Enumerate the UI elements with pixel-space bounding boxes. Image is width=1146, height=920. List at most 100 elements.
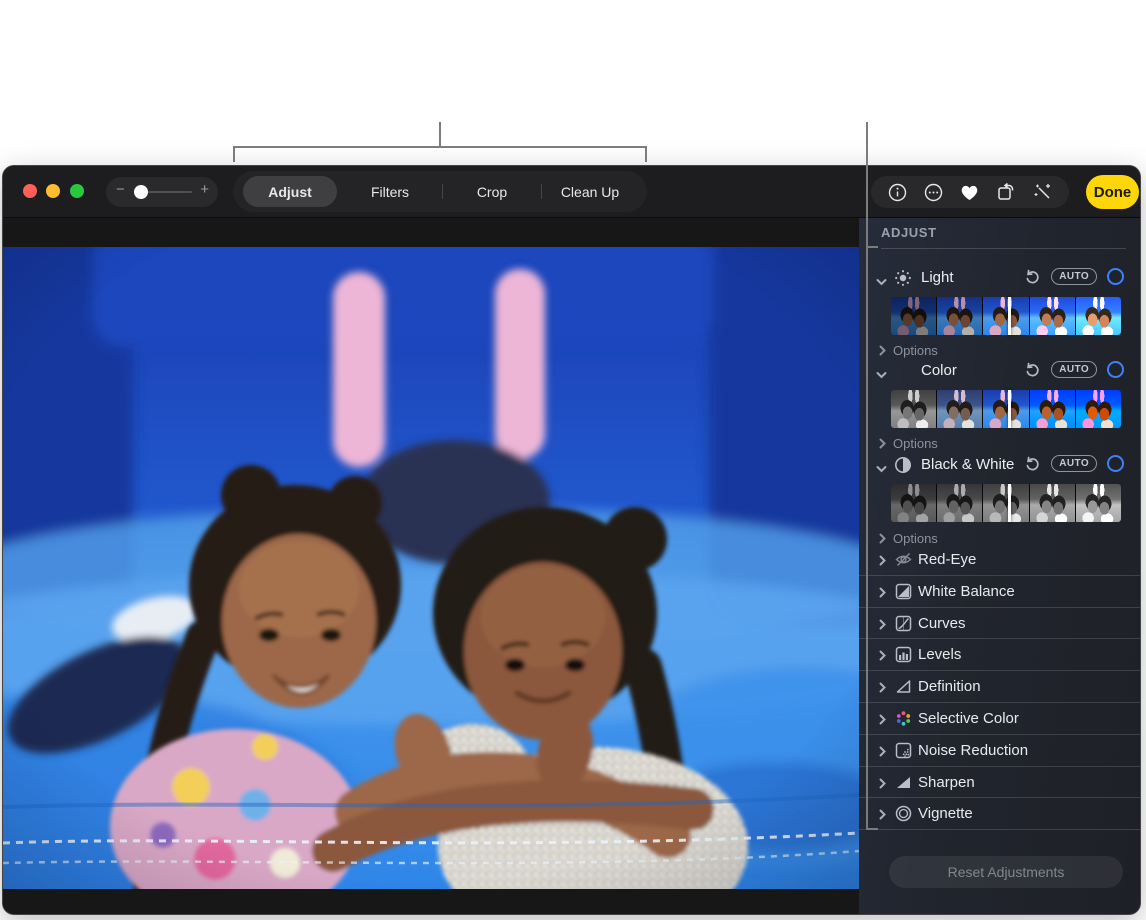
light-thumb[interactable]	[937, 297, 982, 335]
chevron-right-icon[interactable]	[879, 680, 886, 698]
close-window-button[interactable]	[23, 184, 37, 198]
sharpen-icon	[895, 774, 912, 791]
bw-thumb[interactable]	[891, 484, 936, 522]
tab-adjust[interactable]: Adjust	[243, 176, 337, 207]
row-noise-reduction[interactable]: Noise Reduction	[859, 735, 1141, 767]
zoom-slider[interactable]: − +	[106, 177, 218, 207]
definition-icon	[895, 678, 912, 695]
light-thumb[interactable]	[1076, 297, 1121, 335]
section-label: Black & White	[921, 456, 1014, 473]
bw-thumb[interactable]	[983, 484, 1028, 522]
reset-adjustments-button[interactable]: Reset Adjustments	[889, 856, 1123, 888]
chevron-down-icon[interactable]	[876, 366, 887, 384]
chevron-right-icon	[879, 345, 886, 356]
section-row-black-white[interactable]: Black & White AUTO	[859, 449, 1141, 483]
callout-panel-top-tick	[866, 246, 878, 248]
done-button[interactable]: Done	[1086, 175, 1139, 209]
selective-color-icon	[895, 710, 912, 727]
color-thumb[interactable]	[937, 390, 982, 428]
callout-bracket-tabs-right-tick	[645, 146, 647, 162]
row-curves[interactable]: Curves	[859, 608, 1141, 640]
photo-editing-canvas	[3, 218, 859, 915]
zoom-out-icon[interactable]: −	[116, 181, 125, 198]
photos-app-window: − + Adjust Filters Crop Clean Up	[2, 165, 1141, 915]
chevron-down-icon[interactable]	[876, 273, 887, 291]
color-thumb[interactable]	[891, 390, 936, 428]
light-thumb[interactable]	[983, 297, 1028, 335]
panel-title: ADJUST	[881, 225, 937, 240]
chevron-right-icon[interactable]	[879, 648, 886, 666]
more-icon[interactable]	[923, 181, 945, 203]
section-label: Color	[921, 362, 957, 379]
bw-thumb[interactable]	[937, 484, 982, 522]
black-white-icon	[894, 456, 912, 474]
undo-icon[interactable]	[1024, 361, 1041, 378]
light-thumb[interactable]	[891, 297, 936, 335]
row-white-balance[interactable]: White Balance	[859, 576, 1141, 608]
curves-icon	[895, 615, 912, 632]
toolbar-icon-group	[871, 176, 1069, 208]
chevron-right-icon[interactable]	[879, 807, 886, 825]
adjust-panel: ADJUST Light	[859, 218, 1141, 915]
favorite-heart-icon[interactable]	[959, 181, 981, 203]
callout-bracket-tabs-left-tick	[233, 146, 235, 162]
section-row-light[interactable]: Light AUTO	[859, 262, 1141, 296]
adjustment-list: Red-Eye White Balance	[859, 544, 1141, 830]
bw-thumb[interactable]	[1076, 484, 1121, 522]
auto-button[interactable]: AUTO	[1051, 268, 1097, 285]
chevron-right-icon[interactable]	[879, 712, 886, 730]
row-sharpen[interactable]: Sharpen	[859, 767, 1141, 799]
tab-divider	[442, 184, 443, 199]
callout-panel-bottom-tick	[866, 828, 878, 830]
zoom-window-button[interactable]	[70, 184, 84, 198]
screenshot-canvas: − + Adjust Filters Crop Clean Up	[0, 0, 1146, 920]
zoom-in-icon[interactable]: +	[200, 181, 209, 198]
section-label: Light	[921, 269, 954, 286]
chevron-right-icon[interactable]	[879, 553, 886, 571]
light-thumb[interactable]	[1030, 297, 1075, 335]
row-red-eye[interactable]: Red-Eye	[859, 544, 1141, 576]
enable-adjustment-toggle[interactable]	[1107, 455, 1124, 472]
color-thumb[interactable]	[1030, 390, 1075, 428]
chevron-down-icon[interactable]	[876, 460, 887, 478]
enable-adjustment-toggle[interactable]	[1107, 268, 1124, 285]
row-vignette[interactable]: Vignette	[859, 798, 1141, 830]
info-icon[interactable]	[886, 181, 908, 203]
row-label: Levels	[918, 646, 961, 663]
chevron-right-icon[interactable]	[879, 617, 886, 635]
tab-clean-up[interactable]: Clean Up	[541, 171, 639, 212]
color-thumb[interactable]	[1076, 390, 1121, 428]
chevron-right-icon	[879, 438, 886, 449]
rotate-icon[interactable]	[995, 181, 1017, 203]
row-selective-color[interactable]: Selective Color	[859, 703, 1141, 735]
row-label: White Balance	[918, 583, 1015, 600]
photo-bounce-house-girls	[3, 247, 859, 889]
tab-crop[interactable]: Crop	[445, 171, 539, 212]
light-thumbnail-slider[interactable]	[891, 297, 1121, 335]
row-definition[interactable]: Definition	[859, 671, 1141, 703]
color-thumb[interactable]	[983, 390, 1028, 428]
chevron-right-icon[interactable]	[879, 744, 886, 762]
undo-icon[interactable]	[1024, 268, 1041, 285]
enable-adjustment-toggle[interactable]	[1107, 361, 1124, 378]
auto-button[interactable]: AUTO	[1051, 455, 1097, 472]
row-label: Selective Color	[918, 710, 1019, 727]
bw-thumbnail-slider[interactable]	[891, 484, 1121, 522]
vignette-icon	[895, 805, 912, 822]
light-sun-icon	[894, 269, 912, 287]
chevron-right-icon[interactable]	[879, 776, 886, 794]
callout-line-adjust-panel	[866, 122, 868, 830]
auto-enhance-wand-icon[interactable]	[1032, 181, 1054, 203]
chevron-right-icon[interactable]	[879, 585, 886, 603]
toolbar: − + Adjust Filters Crop Clean Up	[3, 166, 1140, 218]
auto-button[interactable]: AUTO	[1051, 361, 1097, 378]
undo-icon[interactable]	[1024, 455, 1041, 472]
row-levels[interactable]: Levels	[859, 639, 1141, 671]
bw-thumb[interactable]	[1030, 484, 1075, 522]
chevron-right-icon	[879, 533, 886, 544]
section-row-color[interactable]: Color AUTO	[859, 355, 1141, 389]
minimize-window-button[interactable]	[46, 184, 60, 198]
zoom-slider-knob[interactable]	[134, 185, 148, 199]
color-thumbnail-slider[interactable]	[891, 390, 1121, 428]
tab-filters[interactable]: Filters	[343, 171, 437, 212]
